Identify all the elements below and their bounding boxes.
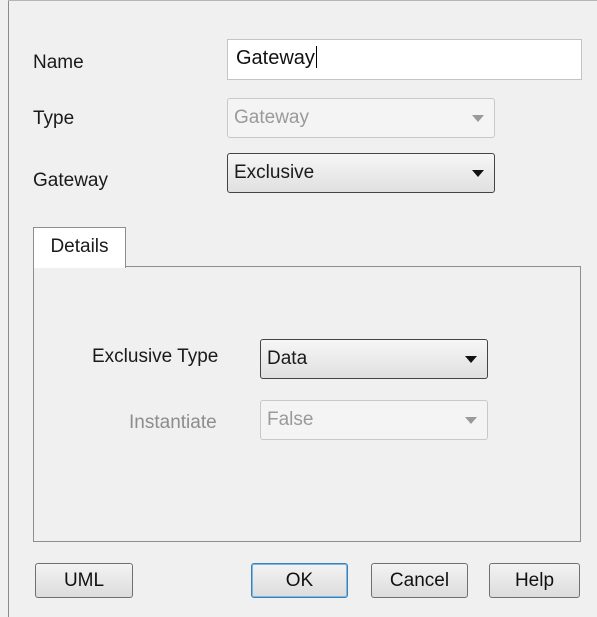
gateway-select[interactable]: Exclusive xyxy=(227,153,495,193)
chevron-down-icon xyxy=(472,115,484,122)
text-caret xyxy=(315,46,317,68)
help-button[interactable]: Help xyxy=(489,563,580,598)
chevron-down-icon xyxy=(465,417,477,424)
instantiate-label: Instantiate xyxy=(129,412,217,433)
gateway-select-value: Exclusive xyxy=(234,162,315,183)
exclusive-type-label: Exclusive Type xyxy=(92,346,219,367)
name-label: Name xyxy=(33,52,84,73)
gateway-label: Gateway xyxy=(33,170,108,191)
window-border-left xyxy=(8,0,9,617)
chevron-down-icon xyxy=(465,356,477,363)
exclusive-type-select[interactable]: Data xyxy=(260,339,488,379)
tab-details[interactable]: Details xyxy=(33,227,126,268)
instantiate-select: False xyxy=(260,400,488,440)
window-border-top xyxy=(8,0,597,1)
details-panel: Exclusive Type Data Instantiate False xyxy=(33,266,581,542)
exclusive-type-value: Data xyxy=(267,348,308,369)
type-label: Type xyxy=(33,108,75,129)
type-select-value: Gateway xyxy=(234,107,309,128)
name-value: Gateway xyxy=(236,47,315,69)
instantiate-value: False xyxy=(267,409,314,430)
uml-button[interactable]: UML xyxy=(35,563,133,598)
chevron-down-icon xyxy=(472,170,484,177)
type-select: Gateway xyxy=(227,98,495,138)
cancel-button[interactable]: Cancel xyxy=(371,563,468,598)
name-field[interactable]: Gateway xyxy=(227,39,582,80)
ok-button[interactable]: OK xyxy=(251,563,348,598)
